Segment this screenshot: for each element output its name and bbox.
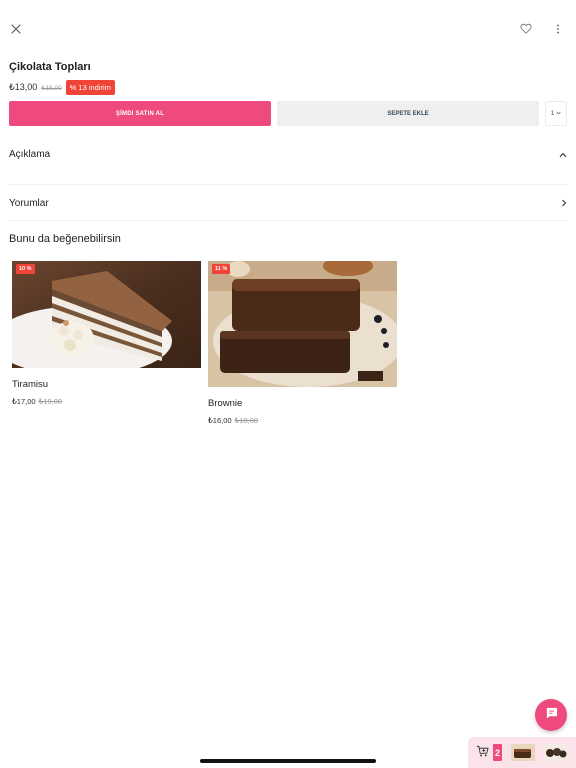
close-icon [11, 21, 21, 39]
current-price: ₺13,00 [9, 82, 38, 92]
price-row: ₺13,00 ₺15,00 % 13 indirim [9, 80, 115, 95]
buy-now-button[interactable]: ŞİMDI SATIN AL [9, 101, 271, 126]
discount-badge: 11 % [212, 264, 231, 274]
quantity-value: 1 [550, 110, 555, 117]
chevron-right-icon [561, 194, 567, 212]
product-price: ₺16,00 [208, 416, 232, 425]
product-price: ₺17,00 [12, 397, 36, 406]
product-name: Brownie [208, 398, 243, 409]
more-vertical-icon [556, 21, 560, 39]
product-old-price: ₺18,00 [234, 416, 259, 425]
mini-cart-bar[interactable]: 2 [468, 737, 576, 768]
product-card-tiramisu[interactable]: 10 % Tiramisu ₺17,00 ₺19,00 [12, 261, 201, 406]
brownie-image: 11 % [208, 261, 397, 387]
add-to-cart-button[interactable]: SEPETE EKLE [277, 101, 539, 126]
chat-icon [545, 706, 558, 724]
product-name: Tiramisu [12, 379, 49, 390]
reviews-section-header[interactable]: Yorumlar [9, 194, 567, 212]
quantity-select[interactable]: 1 [545, 101, 567, 126]
chevron-up-icon [559, 145, 567, 163]
cart-thumbnail [544, 744, 568, 761]
chevron-down-icon [556, 110, 561, 117]
tiramisu-image: 10 % [12, 261, 201, 368]
more-options-button[interactable] [548, 20, 568, 40]
product-old-price: ₺19,00 [38, 397, 63, 406]
discount-badge: % 13 indirim [65, 80, 115, 95]
product-title: Çikolata Topları [9, 61, 91, 73]
description-label: Açıklama [9, 148, 51, 160]
old-price: ₺15,00 [41, 84, 62, 92]
discount-badge: 10 % [16, 264, 35, 274]
cart-add-icon [476, 744, 489, 762]
favorite-button[interactable] [516, 20, 536, 40]
cart-count-badge: 2 [493, 744, 502, 761]
product-prices: ₺16,00 ₺18,00 [208, 416, 397, 425]
description-section-header[interactable]: Açıklama [9, 145, 567, 163]
top-bar [0, 0, 576, 60]
divider [9, 220, 567, 221]
close-button[interactable] [6, 20, 26, 40]
reviews-label: Yorumlar [9, 197, 49, 209]
divider [9, 184, 567, 185]
home-indicator [200, 759, 376, 763]
recommendations-title: Bunu da beğenebilirsin [9, 233, 121, 245]
chat-button[interactable] [535, 699, 567, 731]
cart-thumbnail [511, 744, 535, 761]
product-prices: ₺17,00 ₺19,00 [12, 397, 201, 406]
heart-icon [520, 21, 532, 39]
product-card-brownie[interactable]: 11 % Brownie ₺16,00 ₺18,00 [208, 261, 397, 425]
